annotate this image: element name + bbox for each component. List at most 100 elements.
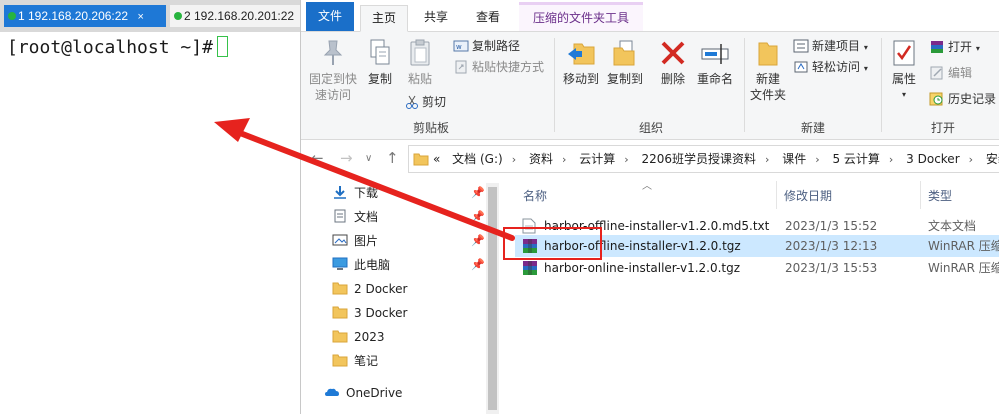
history-button[interactable]: 历史记录 bbox=[929, 90, 996, 108]
cut-button[interactable]: 剪切 bbox=[405, 93, 446, 111]
chevron-right-icon[interactable]: › bbox=[624, 153, 628, 166]
file-name: harbor-online-installer-v1.2.0.tgz bbox=[544, 261, 741, 275]
nav-item-downloads[interactable]: 下载 bbox=[332, 182, 378, 204]
shell-prompt: [root@localhost ~]# bbox=[7, 36, 228, 58]
breadcrumb-item[interactable]: 资料 bbox=[529, 152, 553, 166]
winrar-archive-icon bbox=[523, 261, 537, 275]
tab-view[interactable]: 查看 bbox=[466, 5, 510, 30]
pin-icon[interactable]: 📌 bbox=[471, 210, 485, 223]
address-bar[interactable]: « 文档 (G:) › 资料 › 云计算 › 2206班学员授课资料 › 课件 › 5 云… bbox=[408, 145, 999, 173]
back-arrow-icon[interactable]: ← bbox=[311, 149, 324, 167]
terminal-tab-label: 1 192.168.20.206:22 bbox=[18, 9, 129, 23]
chevron-right-icon[interactable]: › bbox=[815, 153, 819, 166]
nav-item-label: 文档 bbox=[354, 210, 379, 224]
pin-icon[interactable]: 📌 bbox=[471, 186, 485, 199]
paste-shortcut-button[interactable]: 粘贴快捷方式 bbox=[453, 58, 544, 76]
copy-button[interactable]: 复制 bbox=[363, 38, 397, 87]
tab-file[interactable]: 文件 bbox=[306, 2, 354, 31]
new-folder-button[interactable]: 新建 文件夹 bbox=[747, 38, 789, 103]
nav-item-label: 2 Docker bbox=[354, 282, 408, 296]
connected-status-icon bbox=[8, 12, 16, 20]
tab-compressed-folder-tools[interactable]: 压缩的文件夹工具 bbox=[519, 2, 643, 31]
tab-home[interactable]: 主页 bbox=[360, 5, 408, 32]
paste-button[interactable]: 粘贴 bbox=[403, 38, 437, 87]
clipboard-group-label: 剪贴板 bbox=[412, 121, 449, 135]
column-header-name[interactable]: 名称 bbox=[523, 187, 547, 204]
move-to-icon bbox=[568, 43, 595, 65]
prompt-text: [root@localhost ~]# bbox=[7, 37, 213, 58]
file-row[interactable]: harbor-online-installer-v1.2.0.tgz 2023/… bbox=[515, 257, 999, 279]
file-list: ︿ 名称 修改日期 类型 harbor-offline-installer-v1… bbox=[499, 177, 999, 414]
chevron-right-icon[interactable]: › bbox=[765, 153, 769, 166]
move-to-button[interactable]: 移动到 bbox=[559, 38, 603, 87]
chevron-right-icon[interactable]: › bbox=[969, 153, 973, 166]
nav-item-label: 此电脑 bbox=[354, 258, 391, 272]
chevron-right-icon[interactable]: › bbox=[889, 153, 893, 166]
column-divider[interactable] bbox=[920, 181, 921, 209]
nav-item-onedrive[interactable]: OneDrive bbox=[324, 382, 402, 404]
pin-to-quick-access-button[interactable]: 固定到快 速访问 bbox=[307, 38, 359, 103]
column-header-date[interactable]: 修改日期 bbox=[784, 187, 832, 204]
forward-arrow-icon[interactable]: → bbox=[340, 149, 353, 167]
nav-item-2-docker[interactable]: 2 Docker bbox=[332, 278, 407, 300]
move-to-label: 移动到 bbox=[562, 72, 599, 86]
copy-path-button[interactable]: w 复制路径 bbox=[453, 37, 520, 55]
chevron-right-icon[interactable]: › bbox=[562, 153, 566, 166]
new-item-icon bbox=[793, 39, 809, 53]
terminal-tab-1[interactable]: 1 192.168.20.206:22 × bbox=[4, 5, 166, 27]
chevron-right-icon[interactable]: › bbox=[512, 153, 516, 166]
folder-icon bbox=[332, 306, 348, 319]
recent-locations-chevron-icon[interactable]: ∨ bbox=[365, 153, 372, 164]
breadcrumb-item[interactable]: 安装包 bbox=[986, 152, 999, 166]
ribbon-divider bbox=[881, 38, 882, 132]
nav-item-documents[interactable]: 文档 bbox=[332, 206, 378, 228]
pin-icon bbox=[323, 40, 343, 65]
file-date: 2023/1/3 12:13 bbox=[785, 239, 878, 253]
open-group-label: 打开 bbox=[930, 121, 955, 135]
breadcrumb-item[interactable]: 文档 (G:) bbox=[452, 152, 503, 166]
terminal-tab-label: 2 192.168.20.201:22 bbox=[184, 9, 295, 23]
rename-button[interactable]: 重命名 bbox=[695, 38, 735, 87]
open-button[interactable]: 打开 ▾ bbox=[929, 38, 980, 58]
column-header-type[interactable]: 类型 bbox=[928, 187, 952, 204]
column-divider[interactable] bbox=[776, 181, 777, 209]
delete-button[interactable]: 删除 bbox=[655, 38, 691, 87]
pin-icon[interactable]: 📌 bbox=[471, 258, 485, 271]
scrollbar-thumb[interactable] bbox=[488, 187, 497, 410]
easy-access-button[interactable]: 轻松访问 ▾ bbox=[793, 58, 868, 78]
breadcrumb-item[interactable]: 2206班学员授课资料 bbox=[641, 152, 756, 166]
breadcrumb-item[interactable]: 课件 bbox=[782, 152, 806, 166]
picture-icon bbox=[332, 234, 348, 246]
nav-item-pictures[interactable]: 图片 bbox=[332, 230, 378, 252]
nav-scrollbar[interactable] bbox=[486, 183, 499, 414]
copy-to-button[interactable]: 复制到 bbox=[603, 38, 647, 87]
sort-ascending-icon: ︿ bbox=[642, 181, 652, 192]
nav-item-label: 笔记 bbox=[354, 354, 379, 368]
file-type: 文本文档 bbox=[928, 219, 977, 233]
easy-access-icon bbox=[794, 61, 808, 73]
up-arrow-icon[interactable]: ↑ bbox=[386, 149, 399, 167]
breadcrumb-item[interactable]: 5 云计算 bbox=[832, 152, 879, 166]
new-item-button[interactable]: 新建项目 ▾ bbox=[793, 37, 868, 57]
properties-label: 属性 bbox=[891, 72, 916, 86]
close-tab-icon[interactable]: × bbox=[137, 11, 143, 23]
rename-label: 重命名 bbox=[696, 72, 733, 86]
nav-item-2023[interactable]: 2023 bbox=[332, 326, 385, 348]
tab-share[interactable]: 共享 bbox=[414, 5, 458, 30]
breadcrumb-item[interactable]: 3 Docker bbox=[906, 152, 959, 166]
pin-icon[interactable]: 📌 bbox=[471, 234, 485, 247]
edit-button[interactable]: 编辑 bbox=[929, 64, 972, 82]
breadcrumb-item[interactable]: 云计算 bbox=[579, 152, 615, 166]
navigation-pane: 下载 📌 文档 📌 图片 📌 此电脑 📌 2 Docker 3 Docker 2… bbox=[301, 177, 499, 414]
breadcrumb-overflow-icon[interactable]: « bbox=[433, 152, 440, 166]
file-date: 2023/1/3 15:53 bbox=[785, 261, 878, 275]
nav-item-3-docker[interactable]: 3 Docker bbox=[332, 302, 407, 324]
terminal-console[interactable]: [root@localhost ~]# bbox=[0, 32, 300, 414]
nav-item-this-pc[interactable]: 此电脑 bbox=[332, 254, 390, 276]
computer-icon bbox=[332, 257, 348, 270]
new-item-label: 新建项目 bbox=[812, 39, 861, 53]
nav-item-notes[interactable]: 笔记 bbox=[332, 350, 378, 372]
properties-button[interactable]: 属性 ▾ bbox=[887, 38, 921, 103]
terminal-tab-2[interactable]: 2 192.168.20.201:22 bbox=[170, 5, 302, 27]
pin-label-line2: 速访问 bbox=[314, 88, 351, 102]
